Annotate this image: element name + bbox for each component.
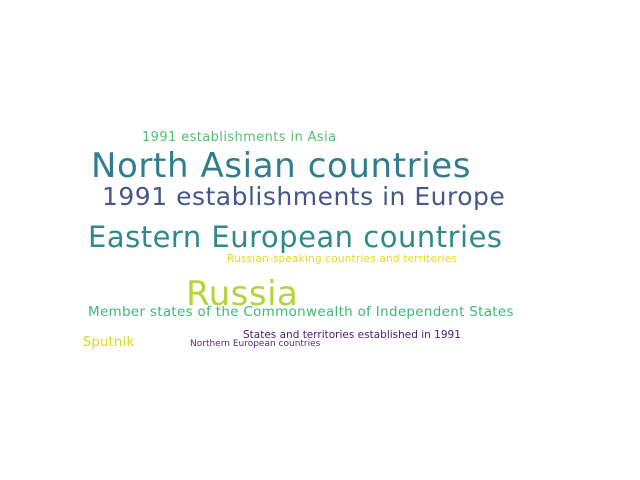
word-cloud: North Asian countries 1991 establishment…: [0, 0, 640, 480]
word-1991-establishments-in-asia: 1991 establishments in Asia: [142, 130, 337, 145]
word-member-states-cis: Member states of the Commonwealth of Ind…: [88, 304, 514, 320]
word-eastern-european-countries: Eastern European countries: [88, 220, 503, 254]
word-russian-speaking-countries: Russian-speaking countries and territori…: [227, 253, 458, 265]
word-1991-establishments-in-europe: 1991 establishments in Europe: [102, 182, 506, 211]
word-northern-european-countries: Northern European countries: [190, 339, 321, 349]
word-north-asian-countries: North Asian countries: [91, 146, 472, 186]
word-sputnik: Sputnik: [83, 335, 135, 350]
